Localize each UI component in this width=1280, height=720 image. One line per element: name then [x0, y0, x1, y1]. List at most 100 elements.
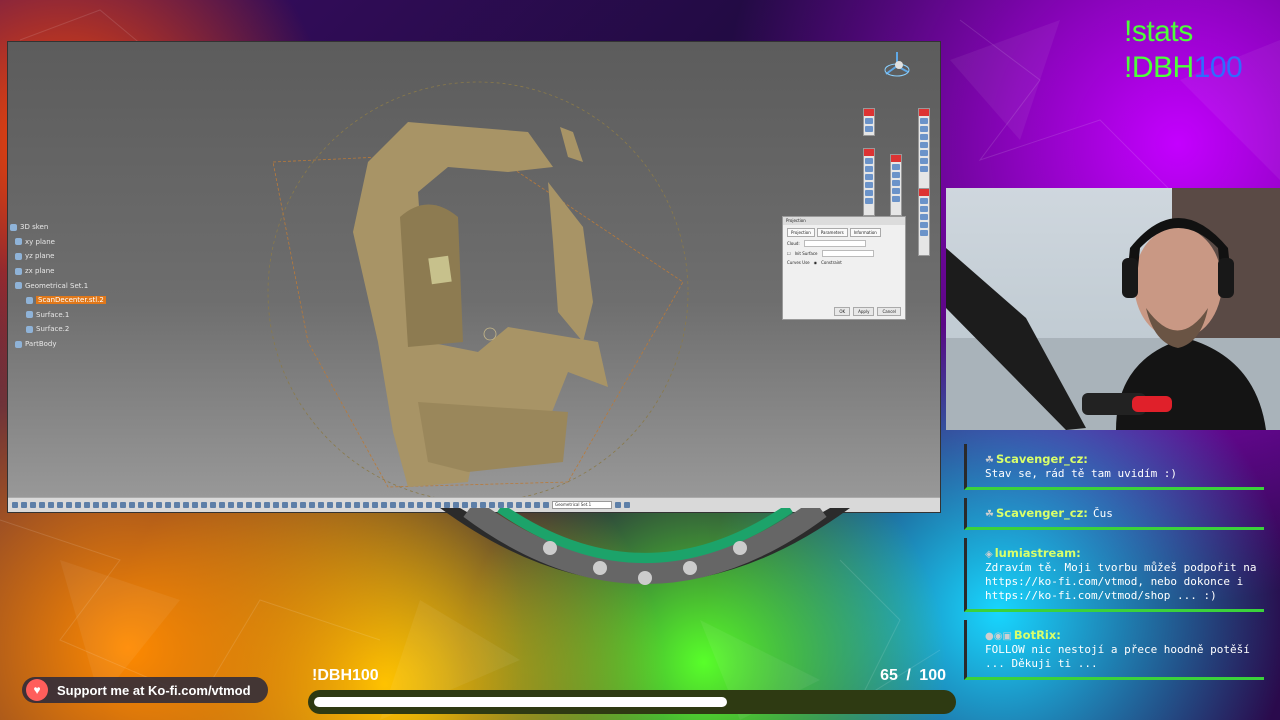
tool-icon[interactable]	[48, 502, 54, 508]
tool-icon[interactable]	[165, 502, 171, 508]
tool-icon[interactable]	[156, 502, 162, 508]
tree-item[interactable]: zx plane	[10, 264, 106, 279]
tool-icon[interactable]	[57, 502, 63, 508]
tool-icon[interactable]	[354, 502, 360, 508]
tree-item[interactable]: PartBody	[10, 337, 106, 352]
tool-icon[interactable]	[21, 502, 27, 508]
tree-item[interactable]: Geometrical Set.1	[10, 278, 106, 293]
tool-icon[interactable]	[381, 502, 387, 508]
tab-parameters[interactable]: Parameters	[816, 228, 848, 237]
plane-icon	[15, 252, 22, 260]
tool-icon[interactable]	[183, 502, 189, 508]
tool-icon[interactable]	[372, 502, 378, 508]
chat-username: Scavenger_cz:	[995, 506, 1088, 520]
plane-icon	[15, 267, 22, 275]
dbh100-command: !DBH100	[1124, 51, 1243, 84]
tree-node-icon	[10, 223, 17, 231]
apply-button[interactable]: Apply	[853, 307, 875, 316]
tool-icon[interactable]	[102, 502, 108, 508]
tree-item-selected[interactable]: ScanDecenter.stl.2	[10, 293, 106, 308]
init-surface-field[interactable]	[821, 250, 874, 257]
goal-label: !DBH100	[312, 667, 379, 684]
floating-toolbar-1[interactable]	[863, 108, 875, 136]
tool-icon[interactable]	[363, 502, 369, 508]
tool-icon[interactable]	[264, 502, 270, 508]
tool-icon[interactable]	[345, 502, 351, 508]
chat-text: Čus	[1092, 507, 1113, 520]
cloud-label: Cloud:	[787, 241, 800, 246]
tool-icon[interactable]	[66, 502, 72, 508]
cloud-field[interactable]	[803, 240, 866, 247]
tool-icon[interactable]	[273, 502, 279, 508]
tool-icon[interactable]	[291, 502, 297, 508]
floating-toolbar-3[interactable]	[890, 154, 902, 216]
chat-text: Stav se, rád tě tam uvidím :)	[985, 467, 1178, 480]
chat-message: ◈ lumiastream: Zdravím tě. Moji tvorbu mů…	[964, 538, 1264, 612]
tool-icon[interactable]	[192, 502, 198, 508]
floating-toolbar-2[interactable]	[863, 148, 875, 216]
tool-icon[interactable]	[300, 502, 306, 508]
tool-icon[interactable]	[255, 502, 261, 508]
chat-message: ☘ Scavenger_cz: Stav se, rád tě tam uvidí…	[964, 444, 1264, 490]
chat-message: ☘ Scavenger_cz: Čus	[964, 498, 1264, 530]
goal-separator: /	[906, 667, 911, 684]
tool-icon[interactable]	[318, 502, 324, 508]
tool-icon[interactable]	[174, 502, 180, 508]
tool-icon[interactable]	[120, 502, 126, 508]
cloud-icon	[26, 296, 33, 304]
tool-icon[interactable]	[390, 502, 396, 508]
stats-command: !stats	[1124, 15, 1193, 48]
gear-logo	[440, 508, 850, 585]
tree-item[interactable]: Surface.2	[10, 322, 106, 337]
tool-icon[interactable]	[219, 502, 225, 508]
streamer-image	[946, 188, 1280, 430]
tool-icon[interactable]	[75, 502, 81, 508]
tree-item[interactable]: 3D sken	[10, 220, 106, 235]
tool-icon[interactable]	[111, 502, 117, 508]
tree-item[interactable]: Surface.1	[10, 308, 106, 323]
dialog-title: Projection	[783, 217, 905, 225]
tool-icon[interactable]	[399, 502, 405, 508]
tool-icon[interactable]	[129, 502, 135, 508]
kofi-banner[interactable]: ♥ Support me at Ko-fi.com/vtmod	[22, 677, 268, 703]
floating-toolbar-4[interactable]	[918, 108, 930, 190]
tool-icon[interactable]	[138, 502, 144, 508]
tree-item[interactable]: yz plane	[10, 249, 106, 264]
init-surface-checkbox[interactable]: ☐	[787, 251, 791, 256]
tool-icon[interactable]	[327, 502, 333, 508]
tool-icon[interactable]	[246, 502, 252, 508]
chat-commands: !stats !DBH100	[1124, 14, 1243, 86]
tool-icon[interactable]	[84, 502, 90, 508]
tool-icon[interactable]	[336, 502, 342, 508]
tool-icon[interactable]	[309, 502, 315, 508]
tool-icon[interactable]	[210, 502, 216, 508]
tool-icon[interactable]	[93, 502, 99, 508]
floating-toolbar-5[interactable]	[918, 188, 930, 256]
catia-window: 3D sken xy plane yz plane zx plane Geome…	[8, 42, 940, 512]
init-surface-label: Init Surface	[794, 251, 818, 256]
chat-username: BotRix:	[1013, 628, 1061, 642]
tab-projection[interactable]: Projection	[787, 228, 815, 237]
tool-icon[interactable]	[201, 502, 207, 508]
tree-item[interactable]: xy plane	[10, 235, 106, 250]
tool-icon[interactable]	[228, 502, 234, 508]
tool-icon[interactable]	[237, 502, 243, 508]
tool-icon[interactable]	[147, 502, 153, 508]
compass-icon[interactable]	[882, 50, 912, 82]
tool-icon[interactable]	[282, 502, 288, 508]
tool-icon[interactable]	[30, 502, 36, 508]
cancel-button[interactable]: Cancel	[877, 307, 901, 316]
chat-username: lumiastream:	[994, 546, 1081, 560]
tool-icon[interactable]	[39, 502, 45, 508]
ok-button[interactable]: OK	[834, 307, 851, 316]
goal-count: 65 / 100	[880, 667, 946, 685]
tool-icon[interactable]	[408, 502, 414, 508]
goal-total: 100	[919, 667, 946, 684]
curves-label: Curves Use	[787, 260, 810, 265]
tool-icon[interactable]	[12, 502, 18, 508]
tool-icon[interactable]	[417, 502, 423, 508]
tab-information[interactable]: Information	[849, 228, 881, 237]
user-badge-icon: ☘	[985, 509, 994, 520]
webcam-feed	[946, 188, 1280, 430]
constraint-radio[interactable]: ◉	[814, 260, 818, 265]
